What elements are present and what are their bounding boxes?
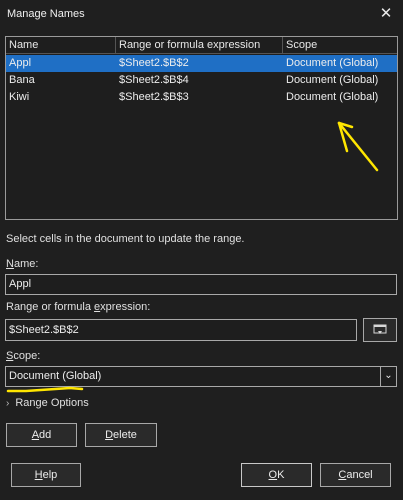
column-header-range[interactable]: Range or formula expression (116, 37, 283, 54)
scope-value: Document (Global) (9, 370, 102, 382)
range-options-expander[interactable]: › Range Options (6, 397, 89, 409)
name-field[interactable]: Appl (5, 274, 397, 295)
range-expression-field[interactable]: $Sheet2.$B$2 (5, 319, 357, 341)
cancel-button[interactable]: Cancel (320, 463, 391, 487)
row-scope-cell: Document (Global) (286, 91, 379, 103)
row-name-cell: Kiwi (9, 91, 30, 103)
chevron-down-icon[interactable]: ⌄ (380, 367, 396, 386)
shrink-button[interactable] (363, 318, 397, 342)
delete-button[interactable]: Delete (85, 423, 157, 447)
window-title: Manage Names (7, 8, 85, 20)
row-name-cell: Appl (9, 57, 32, 69)
row-range-cell: $Sheet2.$B$3 (119, 91, 189, 103)
underline-annotation (6, 386, 84, 393)
range-hint: Select cells in the document to update t… (6, 233, 245, 245)
row-range-cell: $Sheet2.$B$2 (119, 57, 189, 69)
shrink-dialog-icon (373, 324, 387, 334)
scope-select[interactable]: Document (Global) ⌄ (5, 366, 397, 387)
title-bar: Manage Names ✕ (0, 0, 403, 28)
row-range-cell: $Sheet2.$B$4 (119, 74, 189, 86)
table-row[interactable]: Bana $Sheet2.$B$4 Document (Global) (6, 72, 397, 89)
table-row[interactable]: Appl $Sheet2.$B$2 Document (Global) (6, 55, 397, 72)
row-scope-cell: Document (Global) (286, 57, 379, 69)
table-header: Name Range or formula expression Scope (6, 37, 397, 54)
add-button[interactable]: Add (6, 423, 77, 447)
ok-button[interactable]: OK (241, 463, 312, 487)
range-label: Range or formula expression: (6, 301, 151, 313)
help-button[interactable]: Help (11, 463, 81, 487)
close-icon[interactable]: ✕ (377, 5, 395, 23)
chevron-right-icon: › (6, 398, 10, 409)
range-options-label: Range Options (15, 397, 89, 409)
row-name-cell: Bana (9, 74, 35, 86)
row-scope-cell: Document (Global) (286, 74, 379, 86)
column-header-name[interactable]: Name (6, 37, 116, 54)
name-label: Name: (6, 258, 39, 270)
column-header-scope[interactable]: Scope (283, 37, 397, 54)
table-row[interactable]: Kiwi $Sheet2.$B$3 Document (Global) (6, 89, 397, 106)
scope-label: Scope: (6, 350, 41, 362)
names-table[interactable]: Name Range or formula expression Scope A… (5, 36, 398, 220)
